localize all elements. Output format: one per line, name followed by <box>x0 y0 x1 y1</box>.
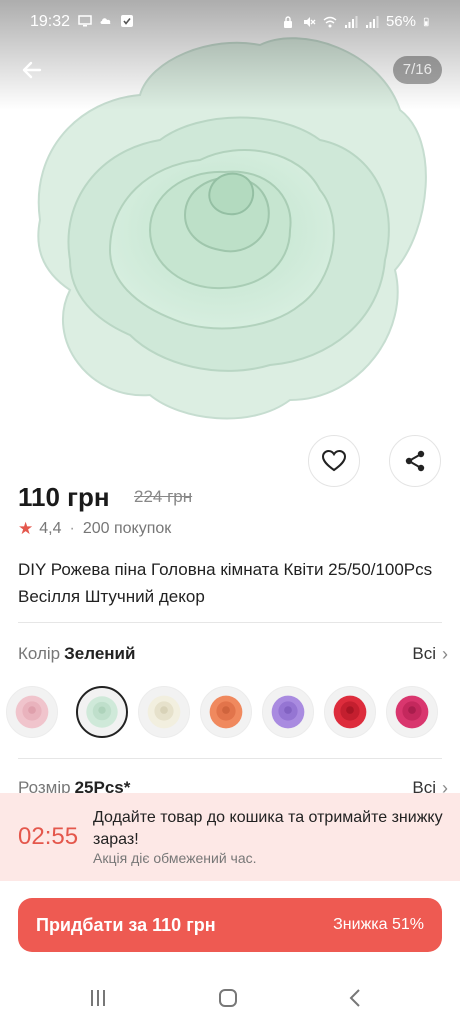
recent-apps-icon[interactable] <box>86 986 110 1010</box>
back-nav-icon[interactable] <box>344 986 368 1010</box>
rating-row[interactable]: ★ 4,4 · 200 покупок <box>18 519 171 539</box>
color-all-link[interactable]: Всі <box>412 644 436 664</box>
swatch-pink[interactable] <box>6 686 58 738</box>
battery-icon <box>423 17 429 26</box>
color-swatches <box>0 686 460 742</box>
swatch-ivory[interactable] <box>138 686 190 738</box>
heart-icon <box>321 449 347 472</box>
status-right-icons: 56% <box>281 13 432 30</box>
swatch-red[interactable] <box>324 686 376 738</box>
star-icon: ★ <box>18 519 34 538</box>
color-option-row[interactable]: Колір Зелений Всі › <box>18 644 448 670</box>
promo-banner[interactable]: 02:55 Додайте товар до кошика та отримай… <box>0 793 460 881</box>
color-label: Колір <box>18 644 61 663</box>
divider <box>18 622 442 623</box>
image-counter: 7/16 <box>392 56 442 84</box>
screen-icon <box>78 15 92 27</box>
signal-icon <box>344 15 358 28</box>
separator-dot: · <box>69 520 75 537</box>
old-price: 224 грн <box>134 487 193 506</box>
buy-button[interactable]: Придбати за 110 грн Знижка 51% <box>18 898 442 952</box>
rating-value: 4,4 <box>39 520 62 537</box>
divider <box>18 758 442 759</box>
product-image[interactable] <box>0 0 460 440</box>
promo-text: Додайте товар до кошика та отримайте зни… <box>93 809 443 848</box>
swatch-orange[interactable] <box>200 686 252 738</box>
signal-icon <box>365 15 379 28</box>
status-bar: 19:32 56% <box>0 0 460 46</box>
back-button[interactable] <box>16 54 48 86</box>
share-icon <box>405 450 425 472</box>
battery-percent: 56% <box>385 13 416 30</box>
buy-button-label: Придбати за 110 грн <box>36 915 216 935</box>
check-icon <box>121 15 133 27</box>
promo-subtext: Акція діє обмежений час. <box>93 850 257 866</box>
share-button[interactable] <box>389 435 441 487</box>
swatch-lavender[interactable] <box>262 686 314 738</box>
status-left-icons <box>78 14 134 28</box>
mute-icon <box>303 16 316 27</box>
price: 110 грн <box>18 482 110 512</box>
favorite-button[interactable] <box>308 435 360 487</box>
color-value: Зелений <box>64 644 136 663</box>
swatch-green[interactable] <box>76 686 128 738</box>
swatch-rose[interactable] <box>386 686 438 738</box>
cloud-icon <box>100 18 111 24</box>
lock-icon <box>283 15 292 28</box>
status-time: 19:32 <box>30 13 71 30</box>
wifi-icon <box>323 16 337 27</box>
promo-timer: 02:55 <box>18 823 79 850</box>
buy-button-discount: Знижка 51% <box>333 916 424 933</box>
arrow-left-icon <box>22 61 42 79</box>
chevron-right-icon: › <box>442 644 448 664</box>
purchase-count: 200 покупок <box>82 520 172 537</box>
system-nav-bar <box>0 972 460 1024</box>
home-icon[interactable] <box>216 986 240 1010</box>
product-title: DIY Рожева піна Головна кімната Квіти 25… <box>18 560 433 606</box>
